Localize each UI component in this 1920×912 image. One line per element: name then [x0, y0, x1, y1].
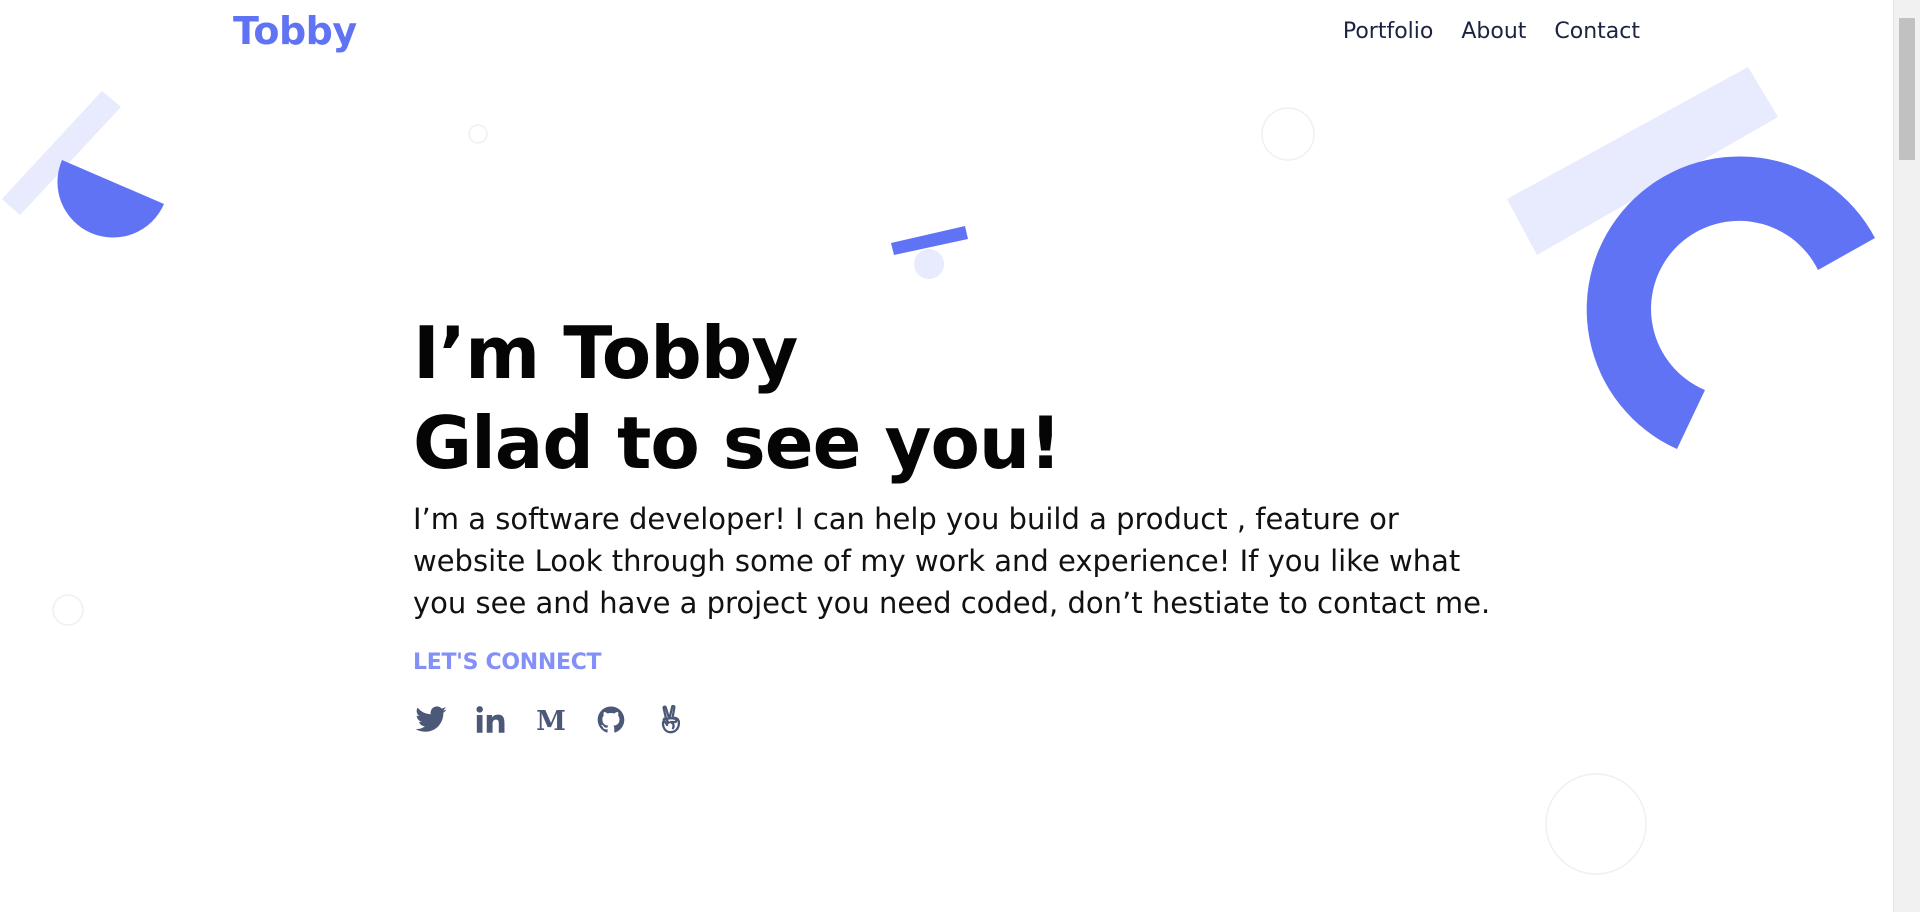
hero-description: I’m a software developer! I can help you… — [413, 502, 1491, 620]
nav-about[interactable]: About — [1461, 16, 1526, 48]
deco-circle-top — [1261, 107, 1315, 161]
nav-contact[interactable]: Contact — [1554, 16, 1640, 48]
page-scrollbar[interactable] — [1893, 0, 1920, 912]
deco-half-disc-left — [57, 160, 165, 238]
page: Tobby Portfolio About Contact I’m Tobby … — [0, 0, 1920, 912]
hero-title-line2: Glad to see you! — [413, 401, 1062, 485]
deco-dot-center — [914, 249, 944, 279]
svg-text:M: M — [536, 706, 566, 737]
main-nav: Portfolio About Contact — [1343, 16, 1640, 48]
connect-label: LET'S CONNECT — [413, 650, 602, 675]
github-link[interactable] — [593, 702, 629, 738]
linkedin-icon — [476, 706, 505, 733]
social-links: M — [413, 702, 1503, 738]
angellist-icon — [661, 704, 681, 734]
deco-circle-left — [52, 594, 84, 626]
deco-arc-right — [1586, 156, 1875, 449]
twitter-icon — [415, 706, 447, 732]
deco-blue-bar-center — [891, 226, 968, 255]
twitter-link[interactable] — [413, 702, 449, 738]
medium-link[interactable]: M — [533, 702, 569, 738]
deco-light-bar-left — [2, 91, 121, 215]
nav-portfolio[interactable]: Portfolio — [1343, 16, 1434, 48]
logo[interactable]: Tobby — [233, 8, 357, 54]
github-icon — [597, 706, 625, 733]
deco-light-bar-right — [1507, 67, 1778, 255]
deco-circle-small — [468, 124, 488, 144]
hero-title-line1: I’m Tobby — [413, 311, 798, 395]
linkedin-link[interactable] — [473, 702, 509, 738]
hero-title: I’m Tobby Glad to see you! — [413, 308, 1503, 488]
scrollbar-thumb[interactable] — [1899, 18, 1915, 160]
medium-icon: M — [536, 706, 566, 737]
angellist-link[interactable] — [653, 702, 689, 738]
hero-section: I’m Tobby Glad to see you! I’m a softwar… — [413, 308, 1503, 738]
deco-circle-bottom-right — [1545, 773, 1647, 875]
